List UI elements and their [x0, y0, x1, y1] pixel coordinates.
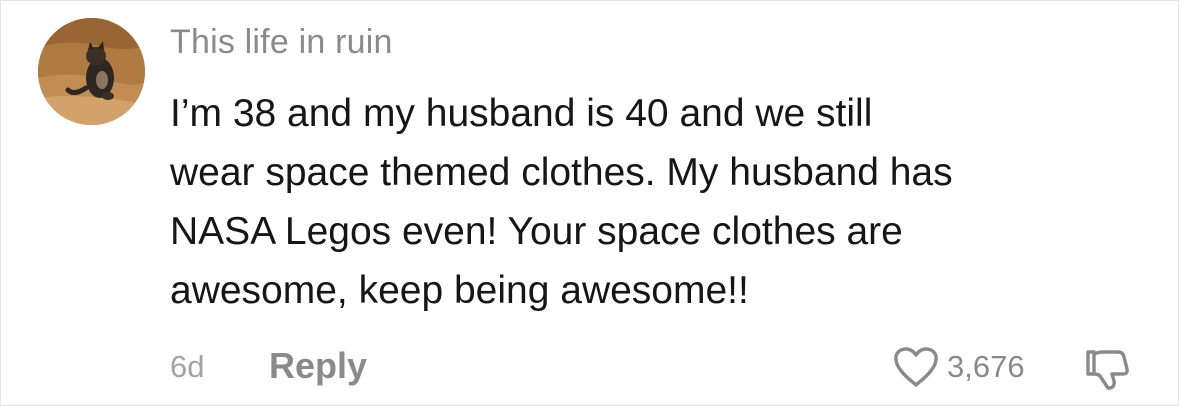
like-button[interactable]: 3,676 [893, 345, 1025, 389]
cat-on-couch-avatar-icon [38, 18, 145, 125]
comment-text-line-2: wear space themed clothes. My husband ha… [170, 151, 953, 194]
reply-button[interactable]: Reply [269, 345, 367, 387]
comment-text-line-3: NASA Legos even! Your space clothes are [170, 210, 903, 253]
comment-text: I’m 38 and my husband is 40 and we still… [170, 84, 1150, 320]
dislike-button[interactable] [1084, 348, 1132, 390]
comment-timestamp: 6d [170, 349, 205, 384]
thumbs-down-icon [1086, 350, 1129, 390]
like-count: 3,676 [947, 349, 1025, 384]
comment-username[interactable]: This life in ruin [170, 23, 393, 62]
heart-outline-icon [894, 347, 938, 387]
user-avatar[interactable] [38, 18, 145, 125]
comment-card: This life in ruin I’m 38 and my husband … [0, 0, 1179, 406]
comment-text-line-4: awesome, keep being awesome!! [170, 269, 749, 312]
comment-text-line-1: I’m 38 and my husband is 40 and we still [170, 92, 873, 135]
